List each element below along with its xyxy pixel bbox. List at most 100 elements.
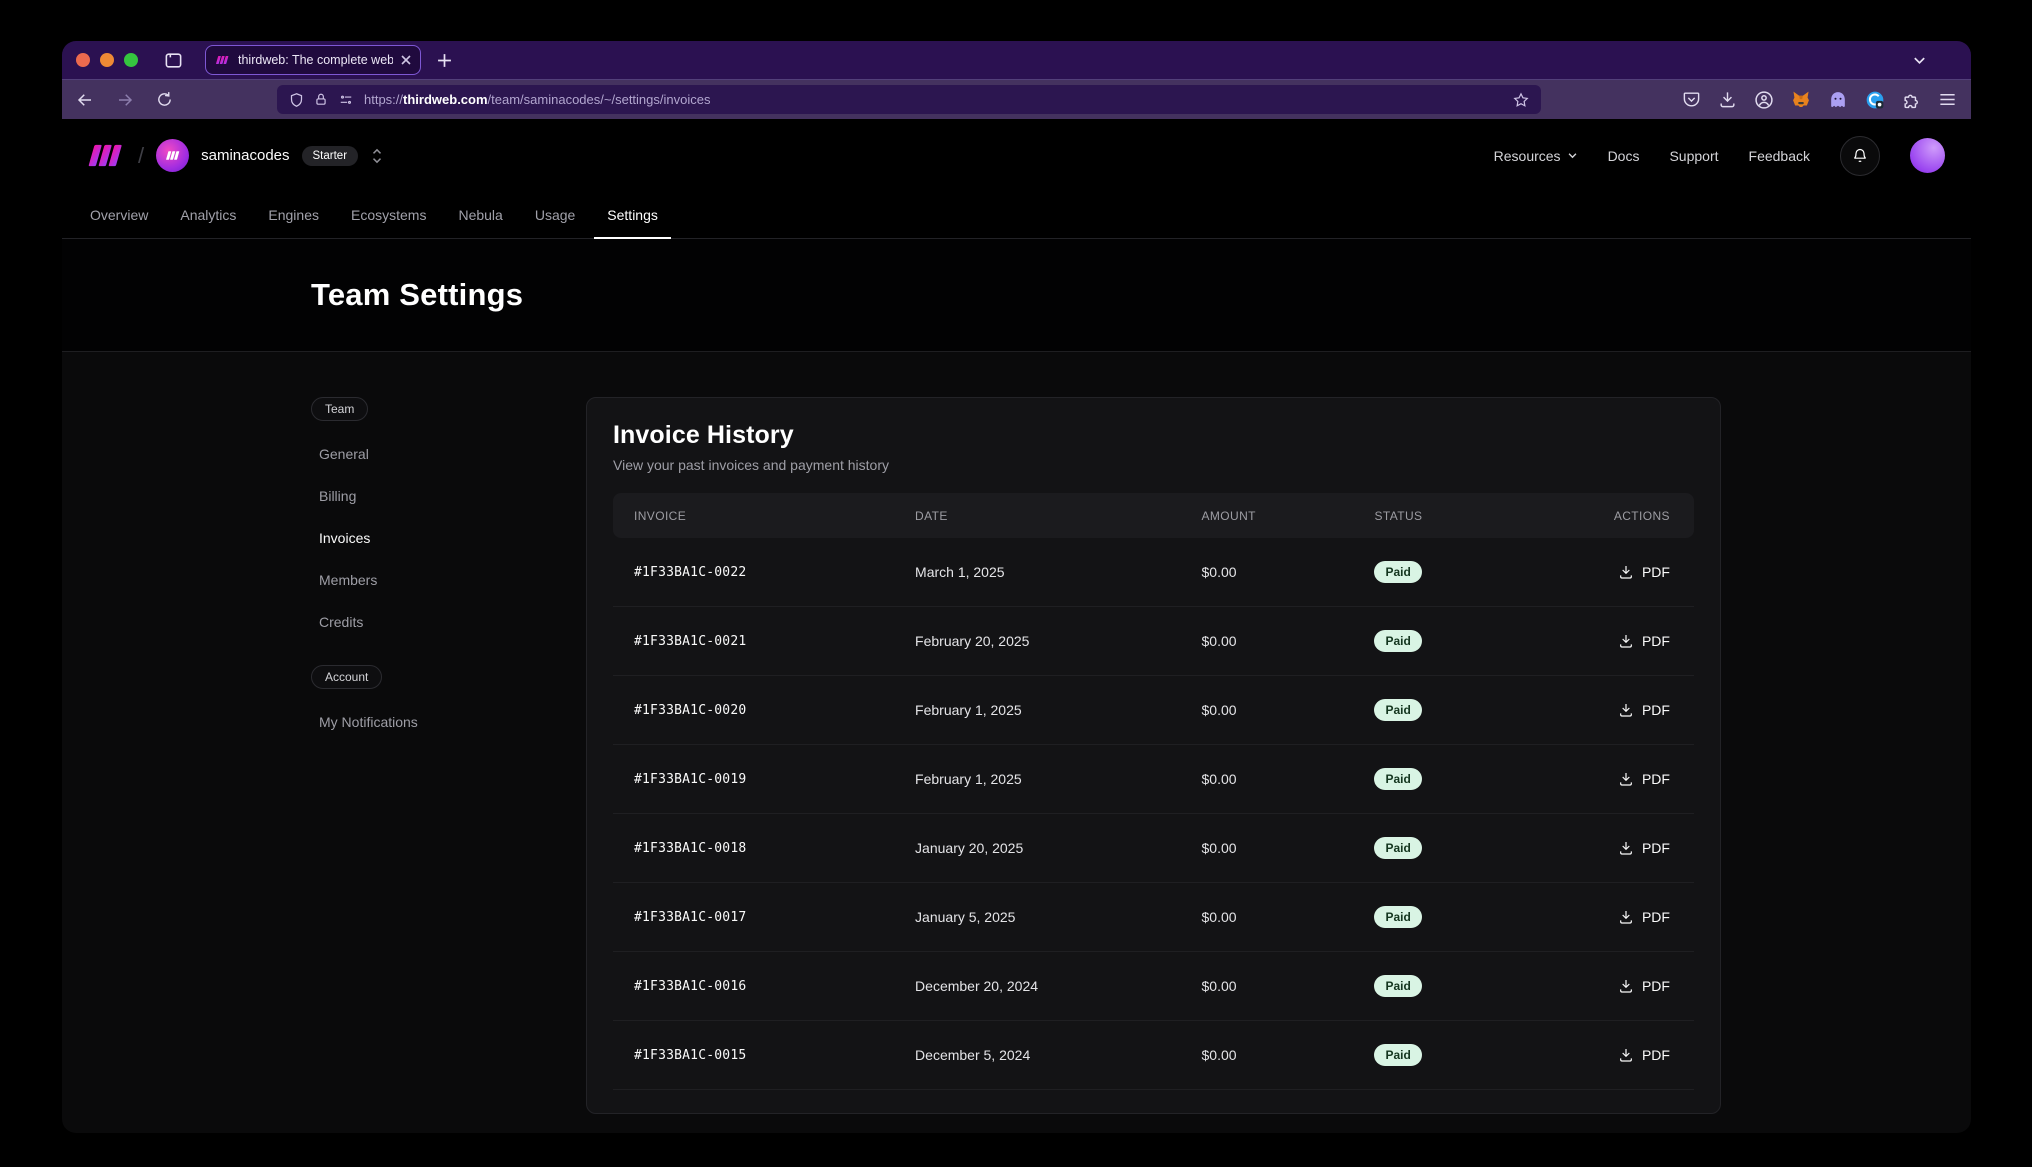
docs-link[interactable]: Docs <box>1608 148 1640 164</box>
permissions-icon[interactable] <box>338 93 354 107</box>
resources-menu[interactable]: Resources <box>1494 148 1578 164</box>
tracking-protection-shield-icon[interactable] <box>289 92 304 108</box>
invoice-amount: $0.00 <box>1181 633 1354 649</box>
download-pdf-button[interactable]: PDF <box>1618 840 1670 856</box>
sidebar-item-invoices[interactable]: Invoices <box>311 517 586 559</box>
download-pdf-button[interactable]: PDF <box>1618 978 1670 994</box>
breadcrumb-separator: / <box>138 143 144 169</box>
new-tab-button[interactable] <box>437 53 452 68</box>
sidebar-item-credits[interactable]: Credits <box>311 601 586 643</box>
invoice-date: December 5, 2024 <box>894 1047 1180 1063</box>
metamask-icon[interactable] <box>1791 90 1811 109</box>
status-badge: Paid <box>1374 975 1421 997</box>
pdf-label: PDF <box>1642 909 1670 925</box>
notifications-bell-icon[interactable] <box>1840 136 1880 176</box>
tab-analytics[interactable]: Analytics <box>167 192 249 238</box>
user-avatar[interactable] <box>1910 138 1945 173</box>
chevron-down-icon <box>1567 150 1578 161</box>
invoice-date: January 20, 2025 <box>894 840 1180 856</box>
table-row: #1F33BA1C-0018 January 20, 2025 $0.00 Pa… <box>613 814 1694 883</box>
browser-window: thirdweb: The complete web3 d <box>62 41 1971 1133</box>
status-badge: Paid <box>1374 561 1421 583</box>
download-icon <box>1618 909 1634 925</box>
settings-content: Team General Billing Invoices Members Cr… <box>62 352 1971 1133</box>
sidebar-item-billing[interactable]: Billing <box>311 475 586 517</box>
sidebar-item-members[interactable]: Members <box>311 559 586 601</box>
support-link[interactable]: Support <box>1669 148 1718 164</box>
forward-icon[interactable] <box>116 91 134 109</box>
sidebar-item-general[interactable]: General <box>311 433 586 475</box>
phantom-wallet-icon[interactable] <box>1828 90 1848 110</box>
tab-overview[interactable]: Overview <box>77 192 161 238</box>
url-bar[interactable]: https://thirdweb.com/team/saminacodes/~/… <box>277 85 1541 114</box>
dashboard-header: / saminacodes Starter Resources Docs S <box>62 119 1971 192</box>
url-domain: thirdweb.com <box>403 92 488 107</box>
team-switcher-chevron-icon[interactable] <box>370 147 384 165</box>
invoice-amount: $0.00 <box>1181 978 1354 994</box>
status-badge: Paid <box>1374 699 1421 721</box>
invoice-amount: $0.00 <box>1181 702 1354 718</box>
menu-hamburger-icon[interactable] <box>1938 90 1957 109</box>
thirdweb-page: / saminacodes Starter Resources Docs S <box>62 119 1971 1133</box>
download-pdf-button[interactable]: PDF <box>1618 564 1670 580</box>
firefox-view-icon[interactable] <box>164 51 183 70</box>
invoice-date: December 20, 2024 <box>894 978 1180 994</box>
page-title-band: Team Settings <box>62 239 1971 352</box>
url-scheme: https:// <box>364 92 403 107</box>
close-window-button[interactable] <box>76 53 90 67</box>
downloads-icon[interactable] <box>1718 90 1737 109</box>
download-pdf-button[interactable]: PDF <box>1618 771 1670 787</box>
invoice-date: February 1, 2025 <box>894 702 1180 718</box>
invoice-amount: $0.00 <box>1181 840 1354 856</box>
minimize-window-button[interactable] <box>100 53 114 67</box>
thirdweb-logo[interactable] <box>86 142 126 169</box>
download-pdf-button[interactable]: PDF <box>1618 702 1670 718</box>
download-icon <box>1618 771 1634 787</box>
tab-ecosystems[interactable]: Ecosystems <box>338 192 439 238</box>
account-icon[interactable] <box>1754 90 1774 110</box>
browser-tab[interactable]: thirdweb: The complete web3 d <box>205 45 421 75</box>
invoice-date: February 1, 2025 <box>894 771 1180 787</box>
pdf-label: PDF <box>1642 978 1670 994</box>
status-badge: Paid <box>1374 906 1421 928</box>
invoice-amount: $0.00 <box>1181 771 1354 787</box>
card-title: Invoice History <box>613 421 1694 450</box>
invoice-number: #1F33BA1C-0015 <box>613 1048 894 1063</box>
blue-extension-icon[interactable] <box>1865 90 1885 110</box>
table-row: #1F33BA1C-0019 February 1, 2025 $0.00 Pa… <box>613 745 1694 814</box>
tab-list-chevron-icon[interactable] <box>1912 41 1927 79</box>
invoice-number: #1F33BA1C-0022 <box>613 565 894 580</box>
col-invoice: INVOICE <box>613 509 894 523</box>
lock-icon[interactable] <box>314 92 328 107</box>
table-row: #1F33BA1C-0020 February 1, 2025 $0.00 Pa… <box>613 676 1694 745</box>
download-pdf-button[interactable]: PDF <box>1618 633 1670 649</box>
invoice-history-card: Invoice History View your past invoices … <box>586 397 1721 1114</box>
download-pdf-button[interactable]: PDF <box>1618 909 1670 925</box>
zoom-window-button[interactable] <box>124 53 138 67</box>
feedback-link[interactable]: Feedback <box>1749 148 1810 164</box>
reload-icon[interactable] <box>156 91 173 108</box>
tab-usage[interactable]: Usage <box>522 192 588 238</box>
extensions-puzzle-icon[interactable] <box>1902 90 1921 109</box>
bookmark-star-icon[interactable] <box>1513 92 1529 108</box>
settings-sidebar: Team General Billing Invoices Members Cr… <box>311 397 586 1133</box>
back-icon[interactable] <box>76 91 94 109</box>
table-row: #1F33BA1C-0022 March 1, 2025 $0.00 Paid … <box>613 538 1694 607</box>
pocket-icon[interactable] <box>1682 90 1701 109</box>
toolbar-extension-icons <box>1682 90 1957 110</box>
sidebar-item-my-notifications[interactable]: My Notifications <box>311 701 586 743</box>
tab-close-icon[interactable] <box>401 55 411 65</box>
invoice-number: #1F33BA1C-0019 <box>613 772 894 787</box>
team-avatar[interactable] <box>156 139 189 172</box>
header-actions: Resources Docs Support Feedback <box>1494 136 1945 176</box>
pdf-label: PDF <box>1642 840 1670 856</box>
table-row: #1F33BA1C-0021 February 20, 2025 $0.00 P… <box>613 607 1694 676</box>
team-name[interactable]: saminacodes <box>201 147 289 164</box>
tab-settings[interactable]: Settings <box>594 192 671 238</box>
download-icon <box>1618 978 1634 994</box>
tab-engines[interactable]: Engines <box>255 192 332 238</box>
tab-nebula[interactable]: Nebula <box>445 192 515 238</box>
download-pdf-button[interactable]: PDF <box>1618 1047 1670 1063</box>
download-icon <box>1618 840 1634 856</box>
invoice-number: #1F33BA1C-0016 <box>613 979 894 994</box>
